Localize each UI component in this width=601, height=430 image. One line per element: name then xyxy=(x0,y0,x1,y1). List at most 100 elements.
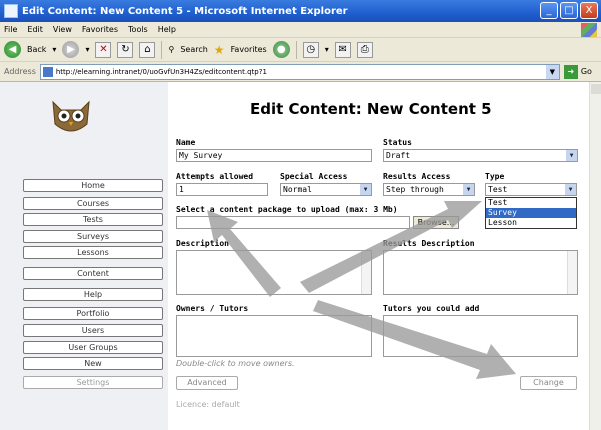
address-label: Address xyxy=(4,67,36,76)
menu-file[interactable]: File xyxy=(4,25,17,34)
nav-user-groups[interactable]: User Groups xyxy=(23,341,163,354)
nav-users[interactable]: Users xyxy=(23,324,163,337)
menu-view[interactable]: View xyxy=(53,25,72,34)
special-access-label: Special Access xyxy=(280,172,348,181)
nav-surveys[interactable]: Surveys xyxy=(23,230,163,243)
scroll-up-icon[interactable] xyxy=(591,84,601,94)
special-access-select[interactable]: Normal ▼ xyxy=(280,183,372,196)
search-icon[interactable]: ⚲ xyxy=(168,45,174,54)
nav-tests[interactable]: Tests xyxy=(23,213,163,226)
address-url: http://elearning.intranet/0/uoGvfUn3H4Zs… xyxy=(55,67,267,76)
chevron-down-icon: ▼ xyxy=(566,150,577,161)
name-label: Name xyxy=(176,138,196,147)
textarea-scrollbar[interactable] xyxy=(361,251,371,294)
results-access-value: Step through xyxy=(386,185,444,194)
tutors-label: Tutors you could add xyxy=(383,304,480,313)
menu-favorites[interactable]: Favorites xyxy=(82,25,118,34)
menu-help[interactable]: Help xyxy=(158,25,176,34)
double-click-hint: Double-click to move owners. xyxy=(176,359,295,368)
page-content: Home Courses Tests Surveys Lessons Conte… xyxy=(0,82,589,430)
nav-home[interactable]: Home xyxy=(23,179,163,192)
name-input[interactable]: My Survey xyxy=(176,149,372,162)
history-dropdown-icon[interactable]: ▾ xyxy=(325,45,329,54)
page-scrollbar[interactable] xyxy=(589,82,601,430)
advanced-button[interactable]: Advanced xyxy=(176,376,238,390)
results-description-label: Results Description xyxy=(383,239,475,248)
address-dropdown-icon[interactable]: ▼ xyxy=(545,64,559,79)
chevron-down-icon: ▼ xyxy=(360,184,371,195)
browser-toolbar: ◀ Back ▾ ▶ ▾ ✕ ↻ ⌂ ⚲ Search ★ Favorites … xyxy=(0,38,601,62)
nav-courses[interactable]: Courses xyxy=(23,197,163,210)
description-label: Description xyxy=(176,239,229,248)
owl-logo-icon xyxy=(52,100,90,132)
window-title: Edit Content: New Content 5 - Microsoft … xyxy=(22,5,348,17)
history-icon[interactable]: ◷ xyxy=(302,41,319,58)
chevron-down-icon: ▼ xyxy=(463,184,474,195)
nav-lessons[interactable]: Lessons xyxy=(23,246,163,259)
page-title: Edit Content: New Content 5 xyxy=(250,100,492,118)
nav-content[interactable]: Content xyxy=(23,267,163,280)
forward-dropdown-icon[interactable]: ▾ xyxy=(85,45,89,54)
chevron-down-icon: ▼ xyxy=(565,184,576,195)
favorites-star-icon[interactable]: ★ xyxy=(214,43,225,57)
type-value: Test xyxy=(488,185,508,194)
favorites-button[interactable]: Favorites xyxy=(231,45,267,54)
sidebar: Home Courses Tests Surveys Lessons Conte… xyxy=(0,82,168,430)
nav-help[interactable]: Help xyxy=(23,288,163,301)
type-option-survey[interactable]: Survey xyxy=(486,208,576,218)
type-select[interactable]: Test ▼ xyxy=(485,183,577,196)
toolbar-separator xyxy=(295,40,297,59)
description-textarea[interactable] xyxy=(176,250,372,295)
attempts-input[interactable]: 1 xyxy=(176,183,268,196)
results-access-label: Results Access xyxy=(383,172,451,181)
change-button[interactable]: Change xyxy=(520,376,577,390)
nav-settings[interactable]: Settings xyxy=(23,376,163,389)
mail-icon[interactable]: ✉ xyxy=(334,41,351,58)
go-arrow-icon[interactable]: ➜ xyxy=(563,64,578,79)
upload-label: Select a content package to upload (max:… xyxy=(176,205,398,214)
refresh-icon[interactable]: ↻ xyxy=(117,41,134,58)
status-label: Status xyxy=(383,138,412,147)
page-icon xyxy=(42,66,53,77)
tutors-list[interactable] xyxy=(383,315,578,357)
licence-text: Licence: default xyxy=(176,400,240,409)
home-icon[interactable]: ⌂ xyxy=(139,41,156,58)
upload-path-input[interactable] xyxy=(176,216,410,229)
address-input[interactable]: http://elearning.intranet/0/uoGvfUn3H4Zs… xyxy=(39,63,560,80)
textarea-scrollbar[interactable] xyxy=(567,251,577,294)
owners-list[interactable] xyxy=(176,315,372,357)
type-option-test[interactable]: Test xyxy=(486,198,576,208)
attempts-label: Attempts allowed xyxy=(176,172,254,181)
back-button[interactable]: Back xyxy=(27,45,46,54)
results-description-textarea[interactable] xyxy=(383,250,578,295)
back-dropdown-icon[interactable]: ▾ xyxy=(52,45,56,54)
close-button[interactable]: X xyxy=(580,2,598,19)
windows-logo-icon xyxy=(581,23,597,37)
back-arrow-icon[interactable]: ◀ xyxy=(4,41,21,58)
status-select[interactable]: Draft ▼ xyxy=(383,149,578,162)
menu-edit[interactable]: Edit xyxy=(27,25,43,34)
media-icon[interactable]: ● xyxy=(272,41,290,58)
type-option-lesson[interactable]: Lesson xyxy=(486,218,576,228)
toolbar-separator xyxy=(161,40,163,59)
nav-new[interactable]: New xyxy=(23,357,163,370)
results-access-select[interactable]: Step through ▼ xyxy=(383,183,475,196)
special-access-value: Normal xyxy=(283,185,312,194)
menu-bar: File Edit View Favorites Tools Help xyxy=(0,22,601,38)
print-icon[interactable]: ⎙ xyxy=(356,41,373,58)
address-bar: Address http://elearning.intranet/0/uoGv… xyxy=(0,62,601,82)
search-button[interactable]: Search xyxy=(180,45,207,54)
window-titlebar: Edit Content: New Content 5 - Microsoft … xyxy=(0,0,601,22)
type-dropdown-list: Test Survey Lesson xyxy=(485,197,577,229)
stop-icon[interactable]: ✕ xyxy=(95,41,112,58)
browse-button[interactable]: Browse... xyxy=(413,216,459,229)
menu-tools[interactable]: Tools xyxy=(128,25,148,34)
maximize-button[interactable]: □ xyxy=(560,2,578,19)
minimize-button[interactable]: _ xyxy=(540,2,558,19)
owners-label: Owners / Tutors xyxy=(176,304,249,313)
go-button[interactable]: Go xyxy=(581,67,592,76)
nav-portfolio[interactable]: Portfolio xyxy=(23,307,163,320)
ie-page-icon xyxy=(4,4,18,18)
forward-arrow-icon[interactable]: ▶ xyxy=(62,41,80,58)
type-label: Type xyxy=(485,172,505,181)
